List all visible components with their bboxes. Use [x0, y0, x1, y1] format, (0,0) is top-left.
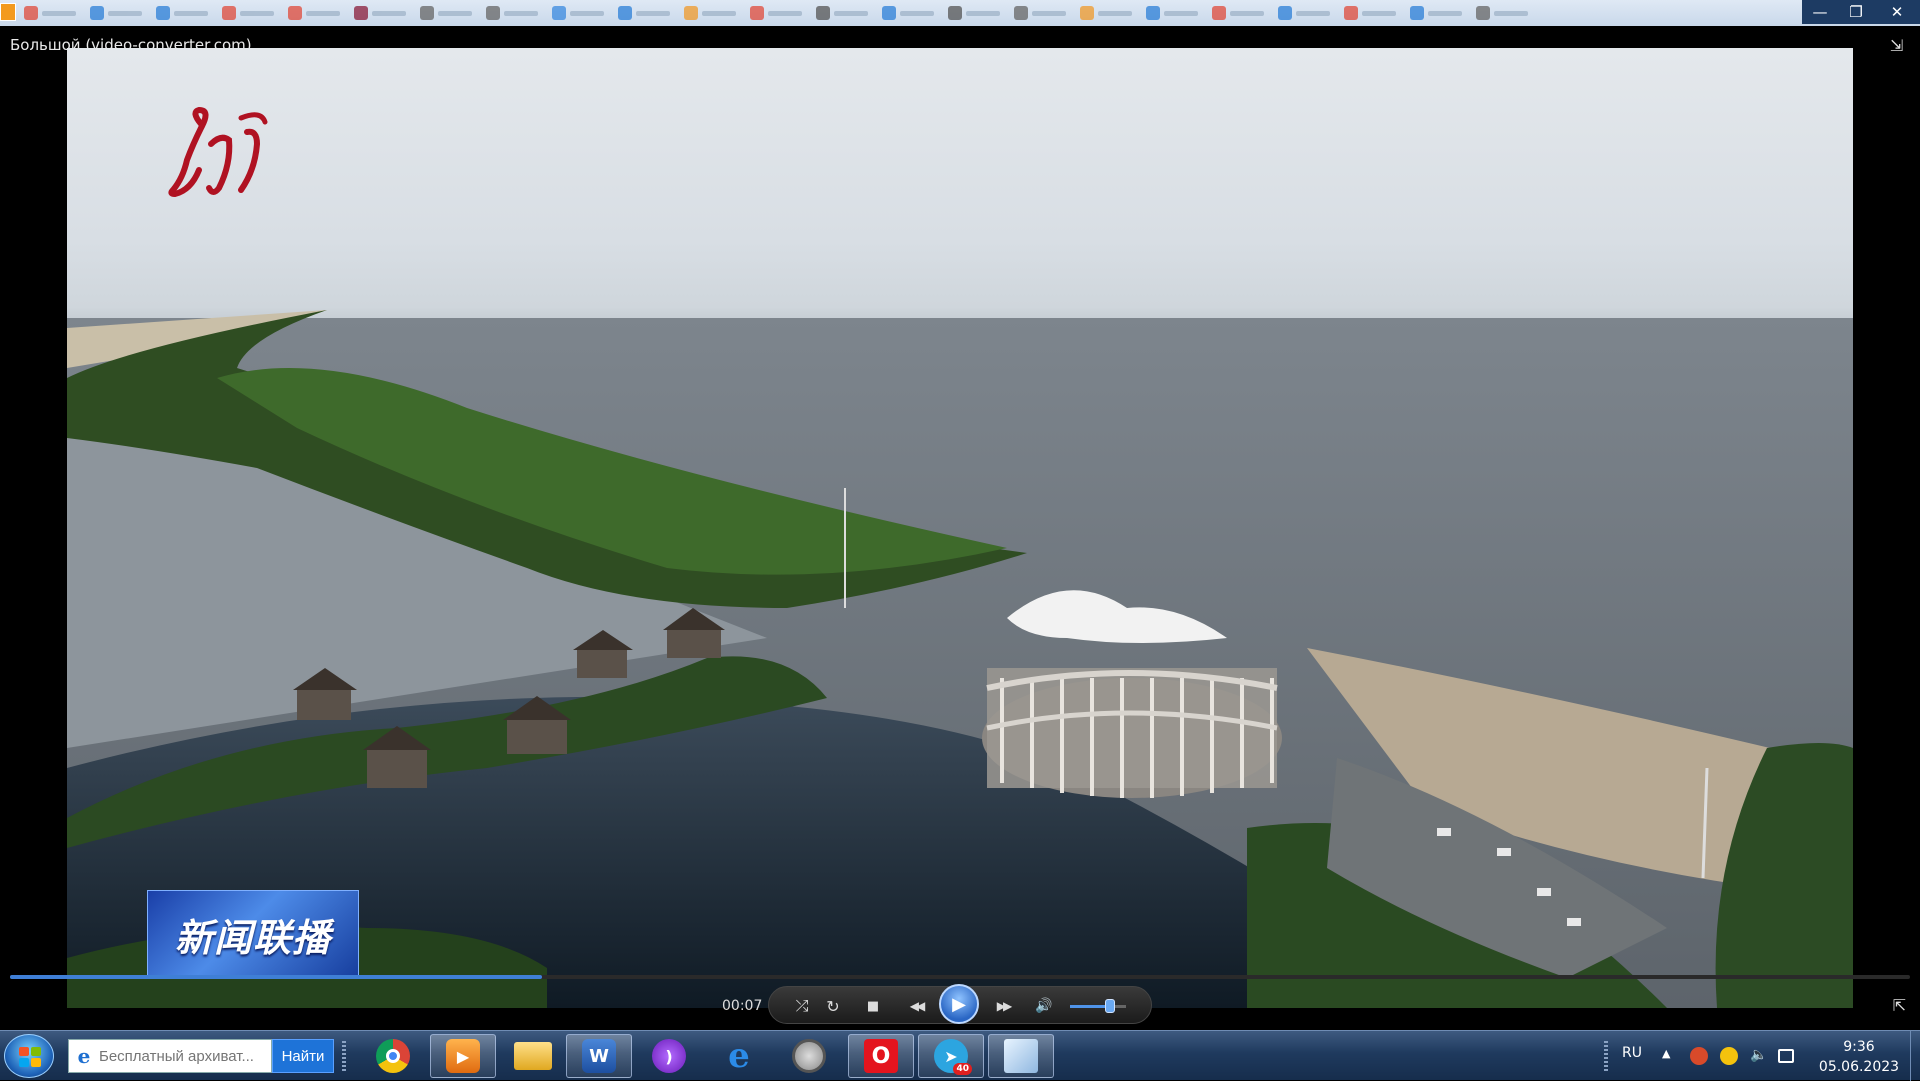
- fast-forward-button[interactable]: ▶▶: [987, 994, 1019, 1018]
- background-tab: [1010, 3, 1072, 23]
- background-tab-strip: — ❐ ✕: [0, 0, 1920, 26]
- clock[interactable]: 9:36 05.06.2023: [1812, 1037, 1906, 1077]
- news-program-badge: 新闻联播: [147, 890, 359, 978]
- stop-button[interactable]: ■: [861, 994, 885, 1018]
- shuffle-button[interactable]: ⤮: [790, 994, 814, 1018]
- volume-level: [1070, 1005, 1111, 1008]
- podcast-icon[interactable]: ): [636, 1034, 702, 1078]
- start-button[interactable]: [4, 1034, 54, 1078]
- document-icon[interactable]: [988, 1034, 1054, 1078]
- telegram-icon[interactable]: ➤ 40: [918, 1034, 984, 1078]
- background-tab: [86, 3, 148, 23]
- background-tab: [1406, 3, 1468, 23]
- fullscreen-toggle-icon[interactable]: ⇲: [1890, 36, 1908, 55]
- aerial-lake-scene: [67, 310, 1853, 1008]
- maximize-button[interactable]: ❐: [1838, 0, 1874, 24]
- video-frame[interactable]: 新闻联播: [67, 48, 1853, 1008]
- opera-icon[interactable]: O: [848, 1034, 914, 1078]
- background-tab: [416, 3, 478, 23]
- search-button[interactable]: Найти: [272, 1039, 334, 1073]
- ie-search-icon: e: [77, 1044, 91, 1068]
- volume-slider[interactable]: [1070, 1005, 1126, 1008]
- repeat-button[interactable]: ↻: [821, 994, 845, 1018]
- media-player-icon[interactable]: ▶: [430, 1034, 496, 1078]
- video-player: Большой (video-converter.com) ⇲ 新闻联播 00:…: [0, 26, 1920, 1030]
- background-tab: [152, 3, 214, 23]
- channel-logo: [168, 106, 268, 198]
- background-tab: [812, 3, 874, 23]
- play-button[interactable]: ▶: [939, 984, 979, 1024]
- background-tab: [680, 3, 742, 23]
- background-tab: [482, 3, 544, 23]
- seek-bar-progress: [10, 975, 542, 979]
- background-tab: [1340, 3, 1402, 23]
- tray-app-icon[interactable]: [1690, 1047, 1708, 1065]
- mini-mode-button[interactable]: ⇱: [1893, 996, 1906, 1015]
- background-tab: [944, 3, 1006, 23]
- show-desktop-button[interactable]: [1910, 1031, 1920, 1081]
- network-icon[interactable]: [1778, 1049, 1794, 1063]
- background-tab: [1142, 3, 1204, 23]
- tray-grip: [1604, 1041, 1608, 1071]
- background-tab: [1208, 3, 1270, 23]
- explorer-icon[interactable]: [500, 1034, 566, 1078]
- player-app-icon: [0, 3, 16, 21]
- toolbar-grip[interactable]: [342, 1041, 346, 1071]
- chrome-icon[interactable]: [360, 1034, 426, 1078]
- language-indicator[interactable]: RU: [1622, 1045, 1642, 1061]
- telegram-unread-badge: 40: [953, 1063, 972, 1075]
- background-tab: [548, 3, 610, 23]
- volume-icon[interactable]: 🔊: [1032, 994, 1056, 1018]
- internet-explorer-icon[interactable]: e: [706, 1034, 772, 1078]
- windows-logo-icon: [19, 1047, 41, 1067]
- window-controls: — ❐ ✕: [1802, 0, 1920, 24]
- background-tab: [218, 3, 280, 23]
- volume-slider-handle[interactable]: [1105, 999, 1116, 1013]
- background-tab: [284, 3, 346, 23]
- background-tab: [20, 3, 82, 23]
- background-tab: [878, 3, 940, 23]
- show-hidden-icons-icon[interactable]: ▲: [1662, 1047, 1670, 1060]
- background-tab: [746, 3, 808, 23]
- seek-bar[interactable]: [10, 975, 1910, 979]
- clock-date: 05.06.2023: [1818, 1059, 1900, 1075]
- background-tab: [614, 3, 676, 23]
- speaker-icon[interactable]: 🔈: [1750, 1047, 1768, 1065]
- background-tab: [1274, 3, 1336, 23]
- background-tab: [1076, 3, 1138, 23]
- film-reel-icon[interactable]: [776, 1034, 842, 1078]
- word-icon[interactable]: W: [566, 1034, 632, 1078]
- background-tab: [350, 3, 412, 23]
- search-input[interactable]: [99, 1047, 269, 1065]
- background-tabs: [20, 3, 1538, 23]
- search-box[interactable]: e: [68, 1039, 272, 1073]
- elapsed-time: 00:07: [722, 998, 763, 1014]
- close-button[interactable]: ✕: [1874, 0, 1920, 24]
- minimize-button[interactable]: —: [1802, 0, 1838, 24]
- background-tab: [1472, 3, 1534, 23]
- clock-time: 9:36: [1843, 1039, 1875, 1055]
- tray-update-icon[interactable]: [1720, 1047, 1738, 1065]
- taskbar: e Найти ▶ W ) e O ➤ 40 RU ▲ 🔈 9:: [0, 1030, 1920, 1081]
- rewind-button[interactable]: ◀◀: [900, 994, 932, 1018]
